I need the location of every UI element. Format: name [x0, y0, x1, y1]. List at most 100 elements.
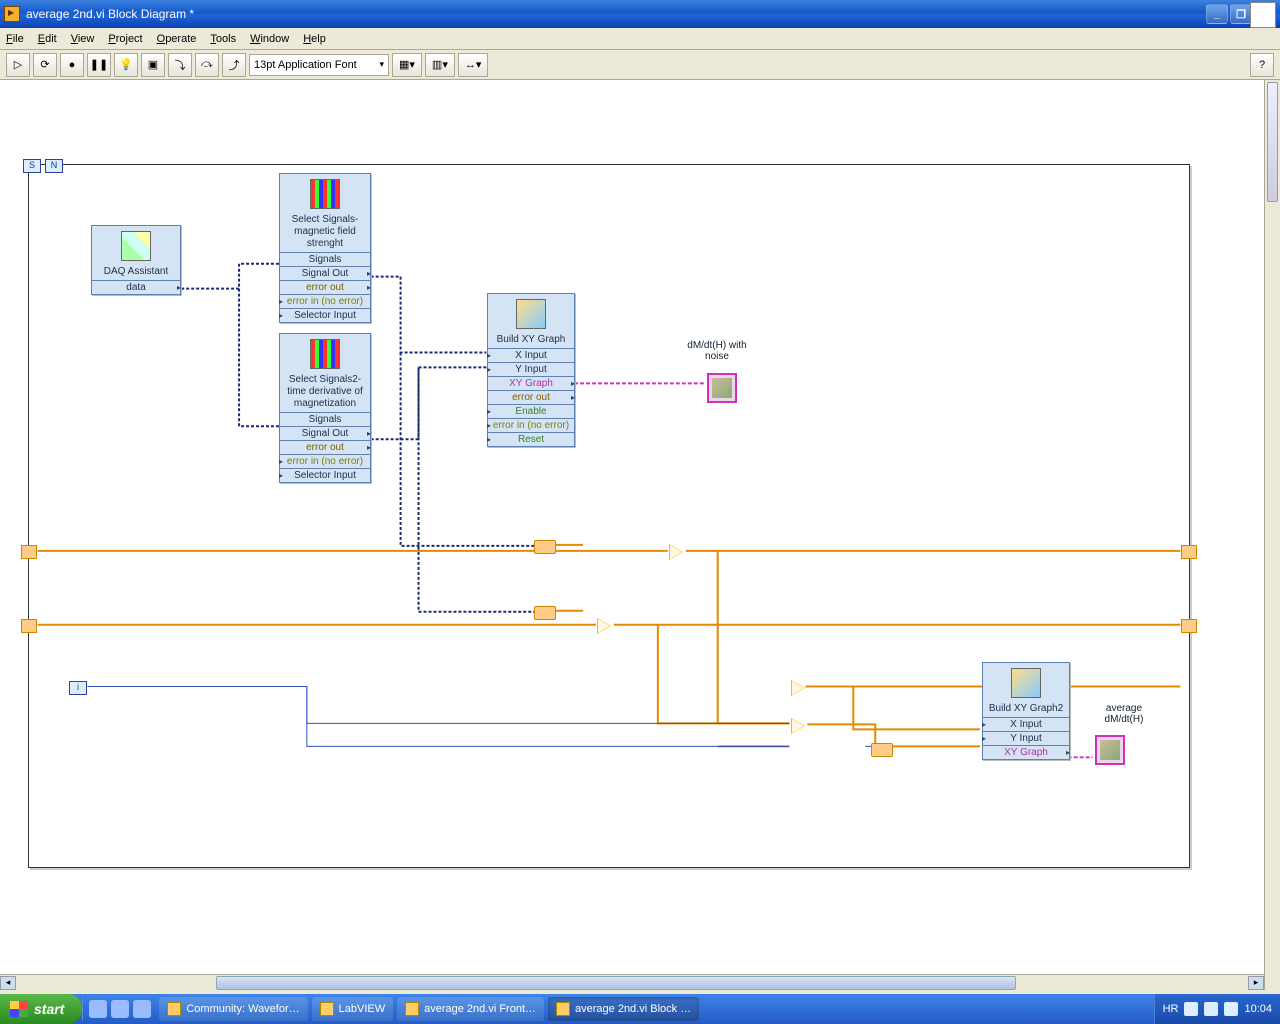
menubar: File Edit View Project Operate Tools Win… [0, 28, 1280, 50]
node-select-signals-1[interactable]: Select Signals-magnetic field strenght S… [279, 173, 371, 323]
vertical-scrollbar[interactable] [1264, 80, 1280, 990]
add-node-2[interactable] [597, 618, 613, 634]
labview-icon [320, 1002, 334, 1016]
build2-y-input[interactable]: ▸Y Input [983, 731, 1069, 745]
menu-edit[interactable]: Edit [38, 33, 57, 45]
node-build-xy-graph-2[interactable]: Build XY Graph2 ▸X Input ▸Y Input ▸XY Gr… [982, 662, 1070, 760]
quick-launch [82, 997, 157, 1021]
loop-s-terminal[interactable]: S [23, 159, 41, 173]
build1-x-input[interactable]: ▸X Input [488, 348, 574, 362]
convert-node-1[interactable] [534, 540, 556, 554]
pause-button[interactable]: ❚❚ [87, 53, 111, 77]
highlight-exec-button[interactable]: 💡 [114, 53, 138, 77]
sel2-selector-input[interactable]: ▸Selector Input [280, 468, 370, 482]
task-community[interactable]: Community: Wavefor… [159, 997, 307, 1021]
run-cont-button[interactable]: ⟳ [33, 53, 57, 77]
add-node-1[interactable] [669, 544, 685, 560]
daq-row-data[interactable]: ▸data [92, 280, 180, 294]
abort-button[interactable]: ● [60, 53, 84, 77]
wires-svg [29, 165, 1189, 867]
sel2-error-in[interactable]: ▸error in (no error) [280, 454, 370, 468]
run-button[interactable]: ▷ [6, 53, 30, 77]
step-into-button[interactable]: ⤵ [168, 53, 192, 77]
shift-register-left-1[interactable] [21, 545, 37, 559]
minimize-button[interactable]: _ [1206, 4, 1228, 24]
task-labview[interactable]: LabVIEW [312, 997, 393, 1021]
task-front-panel[interactable]: average 2nd.vi Front… [397, 997, 544, 1021]
font-select[interactable]: 13pt Application Font [249, 54, 389, 76]
ql-icon-3[interactable] [133, 1000, 151, 1018]
sel2-signals[interactable]: Signals [280, 412, 370, 426]
ql-icon-1[interactable] [89, 1000, 107, 1018]
build1-label: Build XY Graph [488, 332, 574, 348]
task-block-diagram[interactable]: average 2nd.vi Block … [548, 997, 699, 1021]
sel1-signal-out[interactable]: ▸Signal Out [280, 266, 370, 280]
tray-icon-3[interactable] [1224, 1002, 1238, 1016]
hscroll-right[interactable]: ▸ [1248, 976, 1264, 990]
horizontal-scrollbar[interactable]: ◂ ▸ [0, 974, 1264, 990]
align-button[interactable]: ▦▾ [392, 53, 422, 77]
labview-icon [405, 1002, 419, 1016]
menu-tools[interactable]: Tools [210, 33, 236, 45]
select-signals-icon [310, 179, 340, 209]
icon-chip[interactable] [1250, 2, 1276, 28]
sel1-selector-input[interactable]: ▸Selector Input [280, 308, 370, 322]
divide-node-1[interactable] [791, 680, 807, 696]
loop-i-terminal[interactable]: i [69, 681, 87, 695]
menu-window[interactable]: Window [250, 33, 289, 45]
divide-node-2[interactable] [791, 718, 807, 734]
build2-xy-graph[interactable]: ▸XY Graph [983, 745, 1069, 759]
sel2-error-out[interactable]: ▸error out [280, 440, 370, 454]
reorder-button[interactable]: ↔▾ [458, 53, 489, 77]
sel1-signals[interactable]: Signals [280, 252, 370, 266]
tray-lang[interactable]: HR [1163, 1003, 1179, 1015]
build1-enable[interactable]: ▸Enable [488, 404, 574, 418]
build2-x-input[interactable]: ▸X Input [983, 717, 1069, 731]
graph1-label: dM/dt(H) with noise [677, 340, 757, 362]
tray-clock[interactable]: 10:04 [1244, 1003, 1272, 1015]
build1-error-in[interactable]: ▸error in (no error) [488, 418, 574, 432]
tray-icon-2[interactable] [1204, 1002, 1218, 1016]
ql-icon-2[interactable] [111, 1000, 129, 1018]
menu-file[interactable]: File [6, 33, 24, 45]
maximize-button[interactable]: ❐ [1230, 4, 1252, 24]
menu-project[interactable]: Project [108, 33, 142, 45]
sel2-signal-out[interactable]: ▸Signal Out [280, 426, 370, 440]
menu-operate[interactable]: Operate [157, 33, 197, 45]
menu-view[interactable]: View [71, 33, 95, 45]
step-out-button[interactable]: ⤴ [222, 53, 246, 77]
menu-help[interactable]: Help [303, 33, 326, 45]
build1-xy-graph[interactable]: ▸XY Graph [488, 376, 574, 390]
tray-icon-1[interactable] [1184, 1002, 1198, 1016]
node-select-signals-2[interactable]: Select Signals2-time derivative of magne… [279, 333, 371, 483]
canvas[interactable]: S N i [0, 80, 1280, 990]
build1-y-input[interactable]: ▸Y Input [488, 362, 574, 376]
node-build-xy-graph[interactable]: Build XY Graph ▸X Input ▸Y Input ▸XY Gra… [487, 293, 575, 447]
retain-wire-button[interactable]: ▣ [141, 53, 165, 77]
shift-register-left-2[interactable] [21, 619, 37, 633]
titlebar: average 2nd.vi Block Diagram * _ ❐ ✕ [0, 0, 1280, 28]
select-signals-icon [310, 339, 340, 369]
window-title: average 2nd.vi Block Diagram * [26, 7, 194, 21]
sel1-error-out[interactable]: ▸error out [280, 280, 370, 294]
help-button[interactable]: ? [1250, 53, 1274, 77]
hscroll-left[interactable]: ◂ [0, 976, 16, 990]
shift-register-right-1[interactable] [1181, 545, 1197, 559]
graph2-terminal[interactable] [1095, 735, 1125, 765]
start-button[interactable]: start [0, 994, 82, 1024]
graph1-terminal[interactable] [707, 373, 737, 403]
loop-n-terminal[interactable]: N [45, 159, 63, 173]
node-daq-assistant[interactable]: DAQ Assistant ▸data [91, 225, 181, 295]
sel2-label: Select Signals2-time derivative of magne… [280, 372, 370, 412]
distribute-button[interactable]: ▥▾ [425, 53, 455, 77]
step-over-button[interactable]: ⤼ [195, 53, 219, 77]
system-tray[interactable]: HR 10:04 [1154, 994, 1280, 1024]
build2-label: Build XY Graph2 [983, 701, 1069, 717]
build1-error-out[interactable]: ▸error out [488, 390, 574, 404]
convert-node-3[interactable] [871, 743, 893, 757]
build1-reset[interactable]: ▸Reset [488, 432, 574, 446]
sel1-error-in[interactable]: ▸error in (no error) [280, 294, 370, 308]
loop-structure[interactable]: S N i [28, 164, 1190, 868]
shift-register-right-2[interactable] [1181, 619, 1197, 633]
convert-node-2[interactable] [534, 606, 556, 620]
